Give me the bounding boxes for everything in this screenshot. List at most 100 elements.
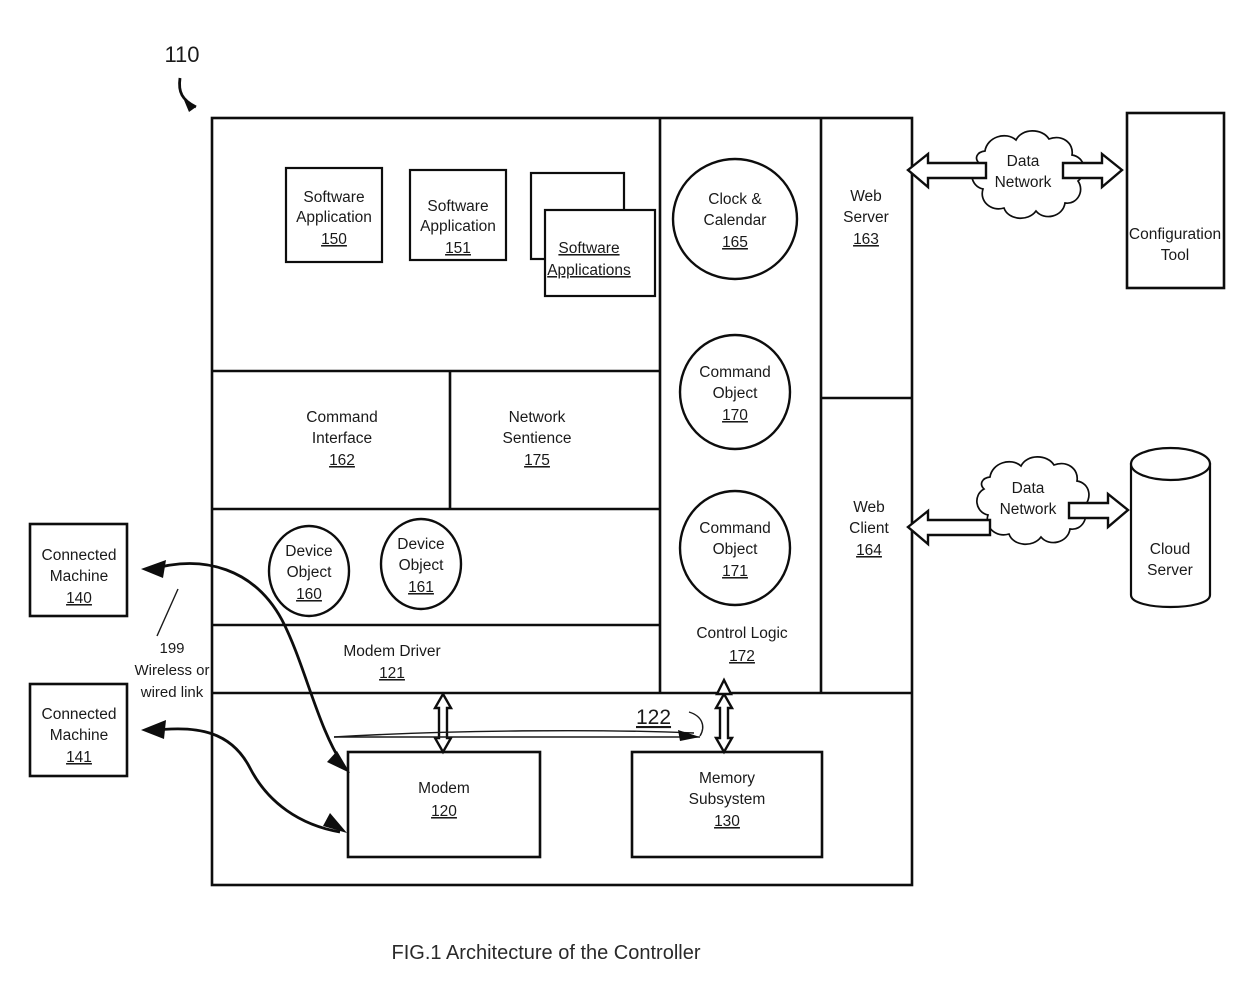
configuration-tool[interactable]: Configuration Tool — [1125, 111, 1226, 290]
link-annotation-ref: 199 — [159, 640, 184, 657]
data-network-cloud-top-line2: Network — [995, 174, 1052, 191]
software-applications-stack[interactable]: Software Applications — [529, 171, 657, 298]
command-object-171[interactable]: Command Object 171 — [678, 489, 792, 607]
arrow-network-to-cloud-server — [1067, 491, 1130, 530]
software-application-151-ref: 151 — [445, 240, 471, 257]
data-network-cloud-top-line1: Data — [1007, 153, 1040, 170]
link-annotation-line1: Wireless or — [134, 662, 209, 679]
memory-subsystem-130[interactable]: Memory Subsystem 130 — [630, 750, 824, 859]
software-applications-line2: Applications — [547, 262, 631, 279]
figure-caption: FIG.1 Architecture of the Controller — [391, 942, 700, 964]
control-logic-172[interactable]: Control Logic 172 — [696, 625, 788, 665]
connected-machine-141-line1: Connected — [42, 706, 117, 723]
device-object-160-line2: Object — [287, 564, 332, 581]
controller-ref-label: 110 — [164, 42, 199, 67]
cloud-server[interactable]: Cloud Server — [1129, 446, 1212, 609]
network-sentience-ref: 175 — [524, 452, 550, 469]
cloud-server-line2: Server — [1147, 562, 1193, 579]
bus-ref-122: 122 — [333, 706, 704, 741]
connected-machine-140-line1: Connected — [42, 547, 117, 564]
connected-machine-140[interactable]: Connected Machine 140 — [28, 522, 129, 618]
modem-120-ref: 120 — [431, 803, 457, 820]
bus-arrow-control-logic — [715, 677, 733, 696]
cloud-server-body[interactable] — [1129, 462, 1212, 609]
bus-arrow-modem-shape — [432, 691, 454, 755]
software-application-150-line1: Software — [303, 189, 364, 206]
device-object-160-line1: Device — [285, 543, 332, 560]
command-object-171-line1: Command — [699, 520, 771, 537]
bus-arrow-memory-shape — [713, 691, 735, 755]
modem-120-label: Modem — [418, 780, 470, 797]
network-sentience-line2: Sentience — [503, 430, 572, 447]
device-object-161-line2: Object — [399, 557, 444, 574]
bus-arrow-control-logic-head — [715, 677, 733, 696]
modem-driver-label: Modem Driver — [343, 643, 440, 660]
link-annotation-leader — [156, 588, 179, 637]
configuration-tool-line2: Tool — [1161, 247, 1189, 264]
device-object-161-ref: 161 — [408, 579, 434, 596]
arrow-webclient-to-network — [906, 508, 992, 547]
command-object-171-ref: 171 — [722, 563, 748, 580]
link-curve-upper-arrowhead-right — [327, 751, 350, 773]
web-client-line2: Client — [849, 520, 889, 537]
modem-120[interactable]: Modem 120 — [346, 750, 542, 859]
connected-machine-141[interactable]: Connected Machine 141 — [28, 682, 129, 778]
link-curve-lower — [141, 720, 347, 834]
software-applications-line1: Software — [558, 240, 619, 257]
connected-machine-141-ref: 141 — [66, 749, 92, 766]
software-application-151[interactable]: Software Application 151 — [408, 168, 508, 262]
command-object-170[interactable]: Command Object 170 — [678, 333, 792, 451]
software-application-151-line1: Software — [427, 198, 488, 215]
clock-calendar-165[interactable]: Clock & Calendar 165 — [671, 157, 799, 281]
network-sentience-line1: Network — [509, 409, 566, 426]
command-object-170-line1: Command — [699, 364, 771, 381]
cloud-server-line1: Cloud — [1150, 541, 1191, 558]
web-client-ref: 164 — [856, 542, 882, 559]
link-curve-upper-arrowhead-left — [141, 560, 166, 578]
link-curve-lower-path — [148, 727, 341, 834]
command-interface-162[interactable]: Command Interface 162 — [306, 409, 378, 469]
arrow-network-to-config-tool — [1061, 151, 1124, 190]
figure-root: 110 Software Application 150 Software Ap… — [0, 0, 1240, 999]
web-server-line1: Web — [850, 188, 882, 205]
software-application-150-ref: 150 — [321, 231, 347, 248]
command-interface-ref: 162 — [329, 452, 355, 469]
network-sentience-175[interactable]: Network Sentience 175 — [503, 409, 572, 469]
bus-ref-arrowhead — [678, 730, 700, 741]
link-annotation-199: 199 Wireless or wired link — [134, 588, 210, 701]
device-object-160[interactable]: Device Object 160 — [267, 524, 351, 618]
bus-ref-label: 122 — [636, 706, 671, 729]
web-server-ref: 163 — [853, 231, 879, 248]
command-interface-line2: Interface — [312, 430, 372, 447]
connected-machine-141-line2: Machine — [50, 727, 109, 744]
arrow-webclient-to-network-shape — [906, 508, 992, 547]
modem-driver-121[interactable]: Modem Driver 121 — [343, 643, 440, 682]
architecture-diagram: 110 Software Application 150 Software Ap… — [28, 42, 1226, 964]
control-logic-label: Control Logic — [696, 625, 788, 642]
memory-subsystem-line2: Subsystem — [689, 791, 766, 808]
bus-ref-leader-curve — [333, 729, 695, 738]
memory-subsystem-ref: 130 — [714, 813, 740, 830]
clock-calendar-line2: Calendar — [704, 212, 767, 229]
software-application-151-line2: Application — [420, 218, 496, 235]
memory-subsystem-line1: Memory — [699, 770, 755, 787]
data-network-cloud-bottom-line2: Network — [1000, 501, 1057, 518]
device-object-161-line1: Device — [397, 536, 444, 553]
software-application-150[interactable]: Software Application 150 — [284, 166, 384, 264]
control-logic-ref: 172 — [729, 648, 755, 665]
web-server-163[interactable]: Web Server 163 — [843, 188, 889, 248]
device-object-161[interactable]: Device Object 161 — [379, 517, 463, 611]
connected-machine-140-line2: Machine — [50, 568, 109, 585]
cloud-server-top-ellipse — [1129, 446, 1212, 482]
clock-calendar-line1: Clock & — [708, 191, 762, 208]
command-interface-line1: Command — [306, 409, 378, 426]
command-object-170-line2: Object — [713, 385, 758, 402]
bus-arrow-memory — [713, 691, 735, 755]
configuration-tool-line1: Configuration — [1129, 226, 1221, 243]
web-client-164[interactable]: Web Client 164 — [849, 499, 889, 559]
data-network-cloud-bottom-line1: Data — [1012, 480, 1045, 497]
link-annotation-line2: wired link — [140, 684, 204, 701]
device-object-160-ref: 160 — [296, 586, 322, 603]
software-application-150-line2: Application — [296, 209, 372, 226]
web-client-line1: Web — [853, 499, 885, 516]
